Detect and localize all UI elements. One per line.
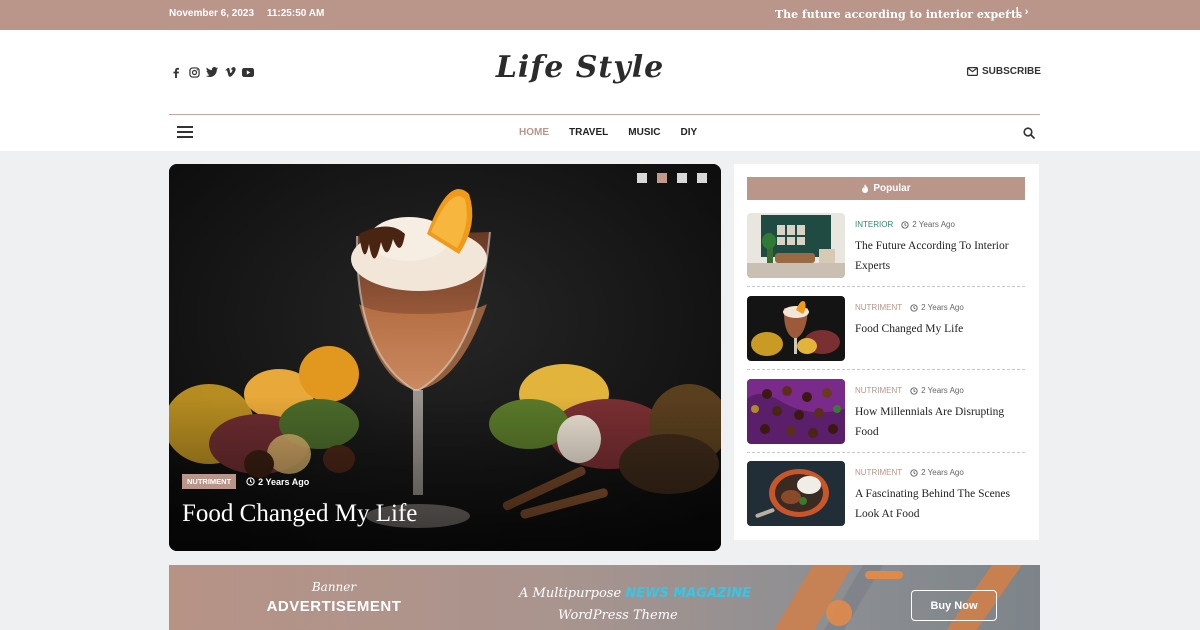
instagram-icon[interactable] xyxy=(188,66,200,78)
post-category[interactable]: NUTRIMENT xyxy=(855,303,902,312)
post-thumbnail-chocolates xyxy=(747,379,845,444)
slider-dot-4[interactable] xyxy=(697,173,707,183)
ticker-next-button[interactable]: › xyxy=(1025,6,1029,18)
nav-travel[interactable]: TRAVEL xyxy=(569,127,608,138)
clock-icon xyxy=(901,220,909,229)
nav-home[interactable]: HOME xyxy=(519,127,549,138)
hero-image xyxy=(169,164,721,551)
search-icon[interactable] xyxy=(1023,126,1037,140)
hero-time-ago-text: 2 Years Ago xyxy=(258,476,310,487)
post-time-text: 2 Years Ago xyxy=(921,468,964,477)
post-meta: NUTRIMENT 2 Years Ago xyxy=(855,386,964,395)
post-thumbnail-bowl xyxy=(747,461,845,526)
vimeo-icon[interactable] xyxy=(224,66,236,78)
slider-dot-1[interactable] xyxy=(637,173,647,183)
clock-icon xyxy=(910,386,918,395)
site-logo[interactable]: Life Style xyxy=(450,50,710,85)
banner-advertisement[interactable]: Banner ADVERTISEMENT A Multipurpose NEWS… xyxy=(169,565,1040,630)
popular-heading-label: Popular xyxy=(873,183,911,194)
post-meta: NUTRIMENT 2 Years Ago xyxy=(855,468,964,477)
post-category[interactable]: INTERIOR xyxy=(855,220,893,229)
current-date: November 6, 2023 xyxy=(169,8,255,19)
post-title[interactable]: The Future According To Interior Experts xyxy=(855,237,1027,276)
post-title[interactable]: How Millennials Are Disrupting Food xyxy=(855,403,1027,442)
post-meta: INTERIOR 2 Years Ago xyxy=(855,220,955,229)
nav-music[interactable]: MUSIC xyxy=(628,127,660,138)
hero-time-ago: 2 Years Ago xyxy=(246,477,309,487)
slider-dot-3[interactable] xyxy=(677,173,687,183)
post-divider xyxy=(747,452,1025,453)
current-time: 11:25:50 AM xyxy=(266,8,325,19)
clock-icon xyxy=(246,477,255,486)
envelope-icon xyxy=(967,67,978,76)
popular-post-2[interactable]: NUTRIMENT 2 Years Ago Food Changed My Li… xyxy=(747,296,1025,362)
subscribe-label: SUBSCRIBE xyxy=(982,66,1041,77)
clock-icon xyxy=(910,303,918,312)
post-divider xyxy=(747,286,1025,287)
hero-title[interactable]: Food Changed My Life xyxy=(182,500,417,528)
hero-slider[interactable]: NUTRIMENT 2 Years Ago Food Changed My Li… xyxy=(169,164,721,551)
banner-tagline-suffix: WordPress Theme xyxy=(558,608,678,623)
banner-tagline: A Multipurpose NEWS MAGAZINE xyxy=(519,586,751,601)
hero-meta: NUTRIMENT 2 Years Ago xyxy=(182,474,309,489)
popular-post-3[interactable]: NUTRIMENT 2 Years Ago How Millennials Ar… xyxy=(747,379,1025,445)
header-divider xyxy=(169,114,1040,115)
facebook-icon[interactable] xyxy=(170,66,182,78)
banner-line-1: Banner xyxy=(311,580,357,594)
youtube-icon[interactable] xyxy=(242,66,254,78)
post-time-text: 2 Years Ago xyxy=(921,303,964,312)
ticker-prev-button[interactable]: ‹ xyxy=(1006,6,1010,18)
post-meta: NUTRIMENT 2 Years Ago xyxy=(855,303,964,312)
ticker-divider: | xyxy=(1015,6,1019,18)
post-time: 2 Years Ago xyxy=(910,386,964,395)
slider-dot-2[interactable] xyxy=(657,173,667,183)
site-header: Life Style SUBSCRIBE HOME TRAVEL MUSIC D… xyxy=(0,30,1200,151)
post-thumbnail-dessert xyxy=(747,296,845,361)
date-time: November 6, 2023 11:25:50 AM xyxy=(169,8,324,19)
post-time: 2 Years Ago xyxy=(910,468,964,477)
banner-tagline-prefix: A Multipurpose xyxy=(519,586,622,601)
post-time-text: 2 Years Ago xyxy=(921,386,964,395)
post-thumbnail-interior xyxy=(747,213,845,278)
menu-hamburger-icon[interactable] xyxy=(177,126,193,138)
twitter-icon[interactable] xyxy=(206,66,218,78)
post-time: 2 Years Ago xyxy=(901,220,955,229)
top-bar: November 6, 2023 11:25:50 AM The future … xyxy=(0,0,1200,30)
banner-line-2: ADVERTISEMENT xyxy=(266,598,402,615)
hero-category-badge[interactable]: NUTRIMENT xyxy=(182,474,237,489)
post-time-text: 2 Years Ago xyxy=(912,220,955,229)
popular-sidebar: Popular INTERIOR 2 Years Ago The Future … xyxy=(734,164,1039,540)
popular-post-1[interactable]: INTERIOR 2 Years Ago The Future Accordin… xyxy=(747,213,1025,279)
post-divider xyxy=(747,369,1025,370)
post-time: 2 Years Ago xyxy=(910,303,964,312)
popular-heading: Popular xyxy=(747,177,1025,200)
flame-icon xyxy=(862,183,869,193)
post-title[interactable]: Food Changed My Life xyxy=(855,320,1027,340)
post-title[interactable]: A Fascinating Behind The Scenes Look At … xyxy=(855,485,1027,524)
post-category[interactable]: NUTRIMENT xyxy=(855,386,902,395)
main-nav: HOME TRAVEL MUSIC DIY xyxy=(519,127,697,138)
clock-icon xyxy=(910,468,918,477)
popular-post-4[interactable]: NUTRIMENT 2 Years Ago A Fascinating Behi… xyxy=(747,461,1025,527)
ticker-nav: ‹ | › xyxy=(1006,6,1028,18)
slider-dots xyxy=(637,173,707,183)
post-category[interactable]: NUTRIMENT xyxy=(855,468,902,477)
nav-diy[interactable]: DIY xyxy=(681,127,698,138)
banner-tagline-highlight: NEWS MAGAZINE xyxy=(625,586,752,601)
buy-now-button[interactable]: Buy Now xyxy=(911,590,997,621)
social-links xyxy=(170,66,254,78)
news-ticker[interactable]: The future according to interior experts xyxy=(775,8,1022,21)
subscribe-button[interactable]: SUBSCRIBE xyxy=(967,66,1041,77)
